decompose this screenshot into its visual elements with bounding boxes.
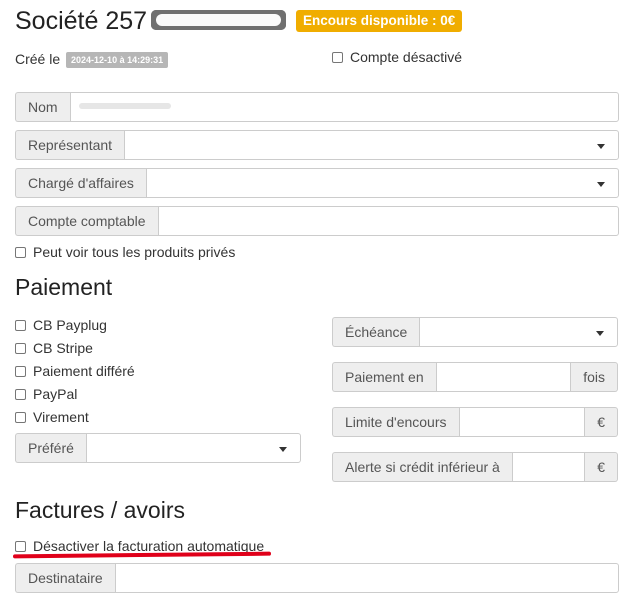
created-date-badge: 2024-12-10 à 14:29:31 (66, 52, 169, 68)
echeance-label: Échéance (332, 317, 420, 347)
limite-encours-group: Limite d'encours € (332, 407, 618, 437)
method-label: CB Payplug (33, 317, 107, 333)
charge-affaires-select[interactable] (145, 168, 619, 198)
currency-addon: € (585, 407, 618, 437)
method-label: Paiement différé (33, 363, 135, 379)
paiement-en-input[interactable] (435, 362, 572, 392)
method-row[interactable]: Virement (15, 408, 89, 426)
limite-encours-label: Limite d'encours (332, 407, 459, 437)
method-checkbox[interactable] (15, 319, 26, 331)
chevron-down-icon (596, 331, 604, 336)
chevron-down-icon (597, 182, 605, 187)
charge-affaires-group: Chargé d'affaires (15, 168, 619, 198)
chevron-down-icon (597, 144, 605, 149)
created-label: Créé le (15, 51, 61, 67)
account-deactivated-label: Compte désactivé (350, 49, 463, 65)
method-row[interactable]: CB Payplug (15, 316, 107, 334)
account-deactivated-checkbox[interactable] (332, 51, 343, 63)
nom-group: Nom (15, 92, 619, 122)
representant-group: Représentant (15, 130, 619, 160)
destinataire-group: Destinataire (15, 563, 619, 593)
account-deactivated-row[interactable]: Compte désactivé (332, 48, 462, 66)
paiement-heading: Paiement (15, 274, 113, 300)
method-row[interactable]: PayPal (15, 385, 77, 403)
destinataire-label: Destinataire (15, 563, 115, 593)
nom-label: Nom (15, 92, 70, 122)
private-products-label: Peut voir tous les produits privés (33, 244, 236, 260)
limite-encours-input[interactable] (458, 407, 586, 437)
charge-affaires-label: Chargé d'affaires (15, 168, 146, 198)
chevron-down-icon (279, 447, 287, 452)
compte-comptable-group: Compte comptable (15, 206, 619, 236)
method-row[interactable]: CB Stripe (15, 339, 93, 357)
method-checkbox[interactable] (15, 411, 26, 423)
method-label: PayPal (33, 386, 78, 402)
nom-input[interactable] (69, 92, 619, 122)
created-info: Créé le 2024-12-10 à 14:29:31 (15, 50, 169, 68)
echeance-group: Échéance (332, 317, 618, 347)
method-checkbox[interactable] (15, 365, 26, 377)
private-products-row[interactable]: Peut voir tous les produits privés (15, 243, 235, 261)
paiement-en-group: Paiement en fois (332, 362, 618, 392)
currency-addon: € (585, 452, 618, 482)
method-checkbox[interactable] (15, 342, 26, 354)
method-checkbox[interactable] (15, 388, 26, 400)
representant-select[interactable] (124, 130, 619, 160)
fois-label: fois (571, 362, 618, 392)
method-label: CB Stripe (33, 340, 93, 356)
paiement-en-label: Paiement en (332, 362, 436, 392)
page-title: Société 257 (15, 7, 148, 35)
credit-available-badge: Encours disponible : 0€ (296, 10, 463, 32)
alerte-credit-group: Alerte si crédit inférieur à € (332, 452, 618, 482)
disable-auto-billing-checkbox[interactable] (15, 540, 26, 552)
prefere-group: Préféré (15, 433, 301, 463)
redacted-name (78, 103, 171, 109)
prefere-label: Préféré (15, 433, 86, 463)
factures-heading: Factures / avoirs (15, 497, 185, 523)
redacted-identifier (151, 10, 286, 30)
prefere-select[interactable] (85, 433, 301, 463)
method-row[interactable]: Paiement différé (15, 362, 135, 380)
private-products-checkbox[interactable] (15, 246, 26, 258)
alerte-credit-input[interactable] (511, 452, 586, 482)
echeance-select[interactable] (419, 317, 618, 347)
compte-comptable-label: Compte comptable (15, 206, 158, 236)
representant-label: Représentant (15, 130, 125, 160)
destinataire-input[interactable] (114, 563, 619, 593)
compte-comptable-input[interactable] (157, 206, 619, 236)
alerte-credit-label: Alerte si crédit inférieur à (332, 452, 512, 482)
method-label: Virement (33, 409, 89, 425)
